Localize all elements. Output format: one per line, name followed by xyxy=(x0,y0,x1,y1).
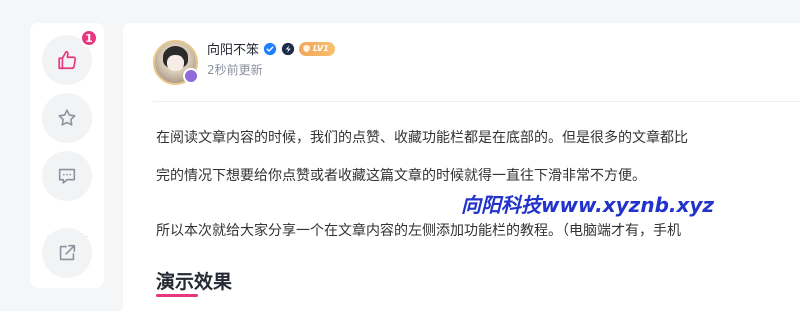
author-name[interactable]: 向阳不笨 xyxy=(207,39,259,58)
author-avatar[interactable] xyxy=(153,40,199,85)
article-card: 向阳不笨 LV1 2秒前更新 在阅读文章内容的时候，我们的点赞、收藏功能栏都是在… xyxy=(123,23,800,311)
favorite-button[interactable] xyxy=(42,93,92,143)
section-title: 演示效果 xyxy=(156,271,233,293)
share-button[interactable] xyxy=(42,228,92,278)
level-label: LV1 xyxy=(313,44,329,53)
verified-icon xyxy=(263,42,277,55)
update-time: 2秒前更新 xyxy=(207,63,263,77)
header-divider xyxy=(153,101,800,102)
paragraph-1: 在阅读文章内容的时候，我们的点赞、收藏功能栏都是在底部的。但是很多的文章都比 xyxy=(156,130,688,146)
comment-icon xyxy=(58,168,76,184)
creator-badge-icon xyxy=(281,42,295,55)
action-rail: 1 xyxy=(30,23,104,288)
like-button[interactable]: 1 xyxy=(42,29,98,85)
section-underline xyxy=(156,294,198,297)
avatar-face xyxy=(167,55,184,71)
share-icon xyxy=(59,244,76,261)
thumbs-up-icon xyxy=(58,50,77,70)
comment-button[interactable] xyxy=(42,151,92,201)
level-badge: LV1 xyxy=(299,41,335,56)
avatar-badge-icon xyxy=(183,68,199,84)
paragraph-2: 完的情况下想要给你点赞或者收藏这篇文章的时候就得一直往下滑非常不方便。 xyxy=(156,168,646,184)
star-icon xyxy=(58,109,76,126)
like-count-badge: 1 xyxy=(80,29,98,47)
watermark-text: 向阳科技www.xyznb.xyz xyxy=(461,193,715,217)
author-row: 向阳不笨 LV1 xyxy=(207,39,335,58)
paragraph-3: 所以本次就给大家分享一个在文章内容的左侧添加功能栏的教程。（电脑端才有，手机 xyxy=(156,223,681,239)
level-shield-icon xyxy=(303,44,310,53)
